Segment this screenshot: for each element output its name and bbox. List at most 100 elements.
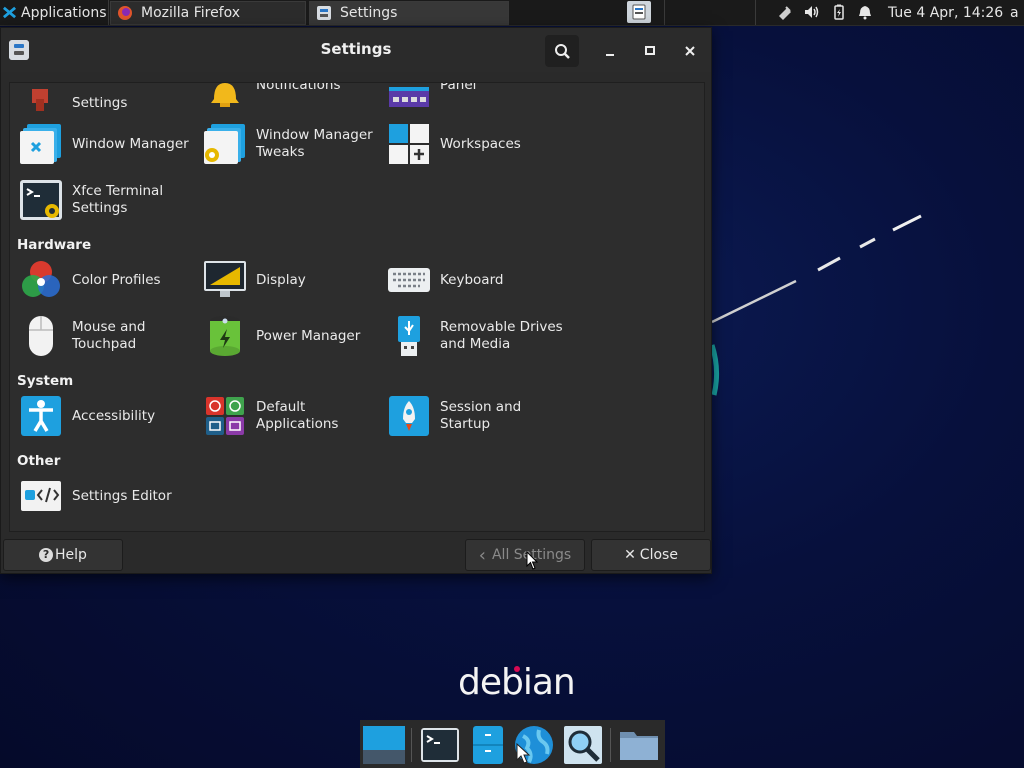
item-label: Removable Drives and Media xyxy=(440,319,563,352)
taskbar-item-settings[interactable]: Settings xyxy=(309,1,509,25)
input-method-icon xyxy=(32,89,48,111)
terminal-settings-icon xyxy=(20,180,62,220)
debian-logo: debian xyxy=(458,662,576,703)
item-label: Window Manager xyxy=(72,135,189,152)
firefox-icon xyxy=(118,6,132,20)
dock xyxy=(360,720,665,768)
accessibility-icon xyxy=(21,396,61,436)
settings-item-removable-drives[interactable]: Removable Drives and Media xyxy=(386,313,568,359)
taskbar-item-firefox[interactable]: Mozilla Firefox xyxy=(110,1,306,25)
settings-item-terminal-settings[interactable]: Xfce Terminal Settings xyxy=(18,177,200,223)
file-manager-icon[interactable] xyxy=(467,724,509,766)
settings-item-power-manager[interactable]: Power Manager xyxy=(202,313,384,359)
item-label: Color Profiles xyxy=(72,271,161,288)
debian-logo-dot xyxy=(514,666,520,672)
minimize-button[interactable] xyxy=(597,38,623,64)
item-label: Settings xyxy=(72,94,128,111)
settings-editor-icon xyxy=(21,481,61,511)
settings-app-icon xyxy=(317,6,331,20)
applications-label: Applications xyxy=(21,4,107,21)
settings-item-settings-editor[interactable]: Settings Editor xyxy=(18,473,200,519)
item-label: Workspaces xyxy=(440,135,521,152)
settings-item-window-manager-tweaks[interactable]: Window Manager Tweaks xyxy=(202,121,384,167)
xfce-logo-icon xyxy=(2,6,17,19)
item-label: Keyboard xyxy=(440,271,504,288)
settings-item-keyboard[interactable]: Keyboard xyxy=(386,257,568,303)
item-label: Session and Startup xyxy=(440,399,522,432)
show-desktop-icon[interactable] xyxy=(363,724,405,766)
settings-item-session-startup[interactable]: Session and Startup xyxy=(386,393,568,439)
mouse-icon xyxy=(29,316,53,356)
close-button[interactable]: ✕ Close xyxy=(591,539,711,571)
panel-separator xyxy=(755,0,756,25)
settings-item-panel[interactable]: Panel xyxy=(386,82,568,115)
panel-separator xyxy=(108,0,109,25)
web-browser-icon[interactable] xyxy=(513,724,555,766)
category-heading-hardware: Hardware xyxy=(17,237,92,253)
panel-separator xyxy=(664,0,665,25)
default-applications-icon xyxy=(206,397,244,435)
help-button[interactable]: ? Help xyxy=(3,539,123,571)
settings-window: Settings Settings Notifications Panel Wi… xyxy=(0,27,712,574)
applications-menu-button[interactable]: Applications ≡ xyxy=(0,0,121,25)
help-icon: ? xyxy=(39,548,54,562)
network-icon[interactable] xyxy=(777,4,793,20)
settings-item-display[interactable]: Display xyxy=(202,257,384,303)
close-button-label: Close xyxy=(639,547,678,563)
item-label: Panel xyxy=(440,82,477,93)
mouse-cursor-icon xyxy=(526,551,539,570)
search-button[interactable] xyxy=(545,35,579,67)
top-panel: Applications ≡ Mozilla Firefox Settings … xyxy=(0,0,1024,26)
item-label: Power Manager xyxy=(256,327,361,344)
terminal-icon[interactable] xyxy=(419,724,461,766)
settings-content: Settings Notifications Panel Window Mana… xyxy=(9,82,705,532)
clock[interactable]: Tue 4 Apr, 14:26 xyxy=(888,0,1003,25)
item-label: Xfce Terminal Settings xyxy=(72,183,164,216)
all-settings-button[interactable]: ‹ All Settings xyxy=(465,539,585,571)
volume-icon[interactable] xyxy=(804,4,820,20)
item-label: Notifications xyxy=(256,82,341,93)
dock-separator xyxy=(610,728,611,762)
settings-item-window-manager[interactable]: Window Manager xyxy=(18,121,200,167)
folder-icon[interactable] xyxy=(618,724,660,766)
item-label: Display xyxy=(256,271,306,288)
item-label: Mouse and Touchpad xyxy=(72,319,146,352)
notification-bell-icon[interactable] xyxy=(857,4,873,20)
settings-item-mouse-touchpad[interactable]: Mouse and Touchpad xyxy=(18,313,200,359)
settings-item-default-applications[interactable]: Default Applications xyxy=(202,393,384,439)
rocket-icon xyxy=(389,396,429,436)
settings-item-workspaces[interactable]: Workspaces xyxy=(386,121,568,167)
chevron-left-icon: ‹ xyxy=(478,544,486,566)
settings-item-color-profiles[interactable]: Color Profiles xyxy=(18,257,200,303)
category-heading-system: System xyxy=(17,373,74,389)
battery-icon xyxy=(210,316,240,356)
close-icon: ✕ xyxy=(624,547,636,563)
settings-item-accessibility[interactable]: Accessibility xyxy=(18,393,200,439)
item-label: Window Manager Tweaks xyxy=(256,127,373,160)
color-profiles-icon xyxy=(22,261,60,297)
panel-icon xyxy=(389,87,429,107)
window-switcher-icon[interactable] xyxy=(627,1,651,23)
settings-item-input-method[interactable]: Settings xyxy=(18,83,200,115)
item-label: Settings Editor xyxy=(72,487,172,504)
maximize-button[interactable] xyxy=(637,38,663,64)
workspaces-icon xyxy=(389,124,429,164)
close-window-button[interactable] xyxy=(677,38,703,64)
keyboard-icon xyxy=(388,268,430,292)
notification-bell-icon xyxy=(211,83,239,107)
user-menu-button[interactable]: a xyxy=(1010,0,1019,25)
display-icon xyxy=(204,261,246,297)
help-button-label: Help xyxy=(55,547,87,563)
category-heading-other: Other xyxy=(17,453,61,469)
search-icon xyxy=(555,44,570,59)
app-finder-icon[interactable] xyxy=(562,724,604,766)
window-manager-icon xyxy=(20,124,61,164)
usb-drive-icon xyxy=(398,316,420,356)
taskbar-item-label: Settings xyxy=(340,5,398,21)
settings-item-notifications[interactable]: Notifications xyxy=(202,82,384,115)
item-label: Default Applications xyxy=(256,399,339,432)
window-manager-tweaks-icon xyxy=(204,124,245,164)
battery-icon[interactable] xyxy=(831,4,847,20)
window-titlebar[interactable]: Settings xyxy=(1,28,711,72)
item-label: Accessibility xyxy=(72,407,156,424)
